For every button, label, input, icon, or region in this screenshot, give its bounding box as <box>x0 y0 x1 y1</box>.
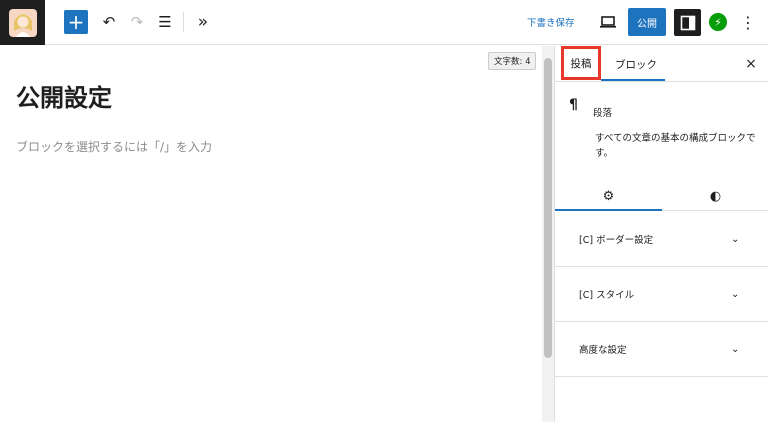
post-title[interactable]: 公開設定 <box>16 78 112 113</box>
active-tab-indicator <box>601 79 665 81</box>
preview-icon[interactable] <box>597 11 619 33</box>
redo-icon[interactable]: ↷ <box>126 11 148 33</box>
close-icon[interactable]: × <box>741 54 761 74</box>
avatar <box>8 8 37 37</box>
laptop-icon <box>600 16 616 28</box>
settings-toggle-button[interactable] <box>674 9 701 36</box>
chevron-down-icon: ⌄ <box>731 233 740 245</box>
chevron-down-icon: ⌄ <box>731 288 740 300</box>
sidebar-tabs: 投稿 ブロック × <box>555 46 768 82</box>
panel-border-settings[interactable]: [C] ボーダー設定 ⌄ <box>555 212 768 267</box>
paragraph-icon: ¶ <box>569 97 578 113</box>
options-menu-icon[interactable]: ⋮ <box>738 11 758 33</box>
chevron-down-icon: ⌄ <box>731 343 740 355</box>
contrast-icon: ◐ <box>709 189 722 204</box>
more-tools-icon[interactable]: » <box>192 11 214 33</box>
panel-label: [C] ボーダー設定 <box>579 235 654 246</box>
panel-label: 高度な設定 <box>579 345 627 356</box>
block-placeholder[interactable]: ブロックを選択するには「/」を入力 <box>16 138 212 155</box>
block-card: ¶ 段落 すべての文章の基本の構成ブロックです。 <box>555 83 768 183</box>
block-title: 段落 <box>593 108 613 119</box>
panel-label: [C] スタイル <box>579 290 635 301</box>
publish-button[interactable]: 公開 <box>628 8 666 36</box>
tab-post[interactable]: 投稿 <box>561 46 601 80</box>
add-block-button[interactable]: + <box>64 10 88 34</box>
gear-icon: ⚙ <box>602 188 615 204</box>
undo-icon[interactable]: ↶ <box>98 11 120 33</box>
jetpack-icon[interactable]: ⚡ <box>709 13 727 31</box>
tab-block[interactable]: ブロック <box>607 46 665 82</box>
tab-settings[interactable]: ⚙ <box>555 183 662 211</box>
word-count-badge: 文字数: 4 <box>488 52 537 70</box>
tab-styles[interactable]: ◐ <box>662 183 768 211</box>
toolbar-divider <box>183 12 184 32</box>
document-outline-icon[interactable]: ☰ <box>154 11 176 33</box>
panel-style[interactable]: [C] スタイル ⌄ <box>555 267 768 322</box>
block-description: すべての文章の基本の構成ブロックです。 <box>595 133 756 159</box>
panel-advanced[interactable]: 高度な設定 ⌄ <box>555 322 768 377</box>
block-inspector-tabs: ⚙ ◐ <box>555 183 768 211</box>
save-draft-button[interactable]: 下書き保存 <box>527 15 575 29</box>
editor-top-toolbar: + ↶ ↷ ☰ » 下書き保存 公開 ⚡ ⋮ <box>0 0 768 45</box>
site-icon-button[interactable] <box>0 0 45 45</box>
settings-sidebar: 投稿 ブロック × ¶ 段落 すべての文章の基本の構成ブロックです。 ⚙ ◐ [… <box>554 46 768 422</box>
sidebar-icon <box>680 15 695 30</box>
scrollbar-thumb[interactable] <box>544 58 552 358</box>
